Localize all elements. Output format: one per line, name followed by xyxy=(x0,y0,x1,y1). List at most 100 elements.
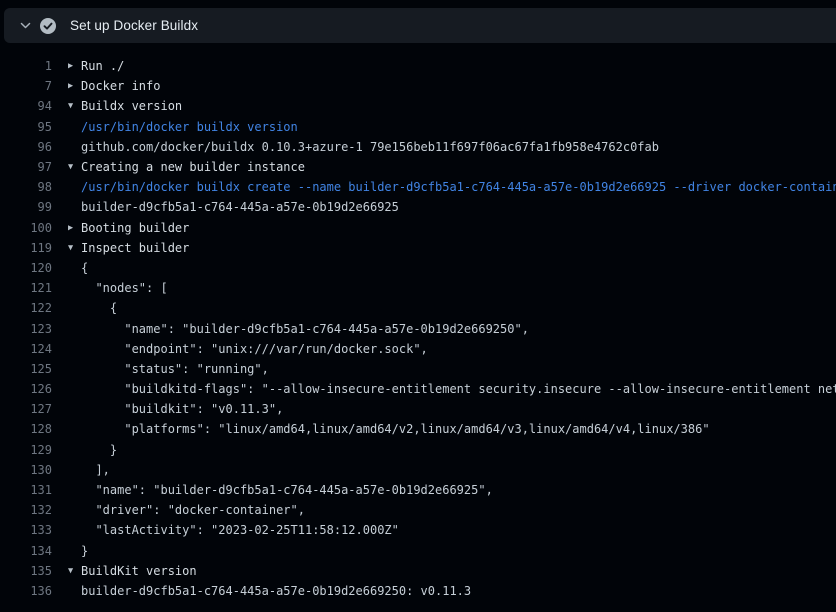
line-number[interactable]: 134 xyxy=(0,544,52,558)
log-group-title: Docker info xyxy=(81,79,160,93)
log-group-toggle[interactable]: ▶Docker info xyxy=(68,79,160,93)
log-group-title: BuildKit version xyxy=(81,564,197,578)
log-output-text: "nodes": [ xyxy=(68,281,168,295)
log-group-row: 100 ▶Booting builder xyxy=(0,218,836,238)
log-group-row: 119 ▼Inspect builder xyxy=(0,238,836,258)
log-line-row: 120 { xyxy=(0,258,836,278)
line-number[interactable]: 136 xyxy=(0,584,52,598)
log-line-row: 128 "platforms": "linux/amd64,linux/amd6… xyxy=(0,419,836,439)
log-line-row: 124 "endpoint": "unix:///var/run/docker.… xyxy=(0,339,836,359)
log-group-title: Booting builder xyxy=(81,221,189,235)
log-output-text: "buildkitd-flags": "--allow-insecure-ent… xyxy=(68,382,836,396)
log-output-text: "platforms": "linux/amd64,linux/amd64/v2… xyxy=(68,422,710,436)
line-number[interactable]: 95 xyxy=(0,120,52,134)
line-number[interactable]: 96 xyxy=(0,140,52,154)
log-line-row: 127 "buildkit": "v0.11.3", xyxy=(0,399,836,419)
triangle-expanded-icon[interactable]: ▼ xyxy=(68,101,81,111)
line-number[interactable]: 100 xyxy=(0,221,52,235)
step-title: Set up Docker Buildx xyxy=(70,18,198,33)
triangle-expanded-icon[interactable]: ▼ xyxy=(68,162,81,172)
log-line-row: 133 "lastActivity": "2023-02-25T11:58:12… xyxy=(0,520,836,540)
log-output-text: "name": "builder-d9cfb5a1-c764-445a-a57e… xyxy=(68,483,493,497)
triangle-collapsed-icon[interactable]: ▶ xyxy=(68,81,81,91)
log-group-toggle[interactable]: ▼Inspect builder xyxy=(68,241,189,255)
log-group-title: Creating a new builder instance xyxy=(81,160,305,174)
log-group-row: 97 ▼Creating a new builder instance xyxy=(0,157,836,177)
log-line-row: 123 "name": "builder-d9cfb5a1-c764-445a-… xyxy=(0,318,836,338)
line-number[interactable]: 99 xyxy=(0,200,52,214)
line-number[interactable]: 122 xyxy=(0,301,52,315)
line-number[interactable]: 135 xyxy=(0,564,52,578)
log-group-toggle[interactable]: ▼BuildKit version xyxy=(68,564,197,578)
log-line-row: 136 builder-d9cfb5a1-c764-445a-a57e-0b19d… xyxy=(0,581,836,601)
step-header[interactable]: Set up Docker Buildx xyxy=(4,8,836,43)
triangle-expanded-icon[interactable]: ▼ xyxy=(68,243,81,253)
log-line-row: 95/usr/bin/docker buildx version xyxy=(0,117,836,137)
log-output-text: ], xyxy=(68,463,110,477)
line-number[interactable]: 7 xyxy=(0,79,52,93)
log-output-text: github.com/docker/buildx 0.10.3+azure-1 … xyxy=(68,140,659,154)
log-output-text: } xyxy=(68,443,117,457)
log-line-row: 121 "nodes": [ xyxy=(0,278,836,298)
log-output-text: "buildkit": "v0.11.3", xyxy=(68,402,283,416)
log-output-text: builder-d9cfb5a1-c764-445a-a57e-0b19d2e6… xyxy=(68,200,399,214)
log-output-text: { xyxy=(68,301,117,315)
log-group-toggle[interactable]: ▼Creating a new builder instance xyxy=(68,160,305,174)
triangle-collapsed-icon[interactable]: ▶ xyxy=(68,223,81,233)
log-output-text: "driver": "docker-container", xyxy=(68,503,305,517)
line-number[interactable]: 97 xyxy=(0,160,52,174)
line-number[interactable]: 98 xyxy=(0,180,52,194)
log-group-row: 135 ▼BuildKit version xyxy=(0,561,836,581)
line-number[interactable]: 120 xyxy=(0,261,52,275)
log-command-text: /usr/bin/docker buildx version xyxy=(68,120,298,134)
log-group-toggle[interactable]: ▼Buildx version xyxy=(68,99,182,113)
line-number[interactable]: 121 xyxy=(0,281,52,295)
log-group-row: 7 ▶Docker info xyxy=(0,76,836,96)
line-number[interactable]: 132 xyxy=(0,503,52,517)
log-group-toggle[interactable]: ▶Run ./ xyxy=(68,59,124,73)
line-number[interactable]: 126 xyxy=(0,382,52,396)
log-line-row: 129 } xyxy=(0,440,836,460)
log-line-row: 132 "driver": "docker-container", xyxy=(0,500,836,520)
line-number[interactable]: 125 xyxy=(0,362,52,376)
log-line-row: 96 github.com/docker/buildx 0.10.3+azure-… xyxy=(0,137,836,157)
line-number[interactable]: 123 xyxy=(0,322,52,336)
line-number[interactable]: 130 xyxy=(0,463,52,477)
line-number[interactable]: 127 xyxy=(0,402,52,416)
line-number[interactable]: 133 xyxy=(0,523,52,537)
line-number[interactable]: 131 xyxy=(0,483,52,497)
log-output-text: "name": "builder-d9cfb5a1-c764-445a-a57e… xyxy=(68,322,529,336)
log-viewer: 1▶Run ./7▶Docker info94▼Buildx version95… xyxy=(0,43,836,601)
log-output-text: { xyxy=(68,261,88,275)
log-command-text: /usr/bin/docker buildx create --name bui… xyxy=(68,180,836,194)
log-line-row: 98/usr/bin/docker buildx create --name b… xyxy=(0,177,836,197)
log-line-row: 134} xyxy=(0,541,836,561)
triangle-expanded-icon[interactable]: ▼ xyxy=(68,566,81,576)
log-line-row: 122 { xyxy=(0,298,836,318)
log-output-text: "endpoint": "unix:///var/run/docker.sock… xyxy=(68,342,428,356)
log-output-text: "lastActivity": "2023-02-25T11:58:12.000… xyxy=(68,523,399,537)
log-output-text: } xyxy=(68,544,88,558)
line-number[interactable]: 124 xyxy=(0,342,52,356)
line-number[interactable]: 129 xyxy=(0,443,52,457)
log-line-row: 130 ], xyxy=(0,460,836,480)
log-line-row: 99 builder-d9cfb5a1-c764-445a-a57e-0b19d2… xyxy=(0,197,836,217)
triangle-collapsed-icon[interactable]: ▶ xyxy=(68,61,81,71)
chevron-down-icon[interactable] xyxy=(10,8,40,43)
log-group-title: Buildx version xyxy=(81,99,182,113)
log-line-row: 131 "name": "builder-d9cfb5a1-c764-445a-… xyxy=(0,480,836,500)
line-number[interactable]: 128 xyxy=(0,422,52,436)
log-group-row: 1 ▶Run ./ xyxy=(0,56,836,76)
line-number[interactable]: 1 xyxy=(0,59,52,73)
log-output-text: builder-d9cfb5a1-c764-445a-a57e-0b19d2e6… xyxy=(68,584,471,598)
line-number[interactable]: 94 xyxy=(0,99,52,113)
line-number[interactable]: 119 xyxy=(0,241,52,255)
log-group-toggle[interactable]: ▶Booting builder xyxy=(68,221,189,235)
log-group-title: Inspect builder xyxy=(81,241,189,255)
log-group-row: 94 ▼Buildx version xyxy=(0,96,836,116)
check-circle-icon xyxy=(40,18,56,34)
log-line-row: 126 "buildkitd-flags": "--allow-insecure… xyxy=(0,379,836,399)
log-line-row: 125 "status": "running", xyxy=(0,359,836,379)
log-group-title: Run ./ xyxy=(81,59,124,73)
log-output-text: "status": "running", xyxy=(68,362,269,376)
